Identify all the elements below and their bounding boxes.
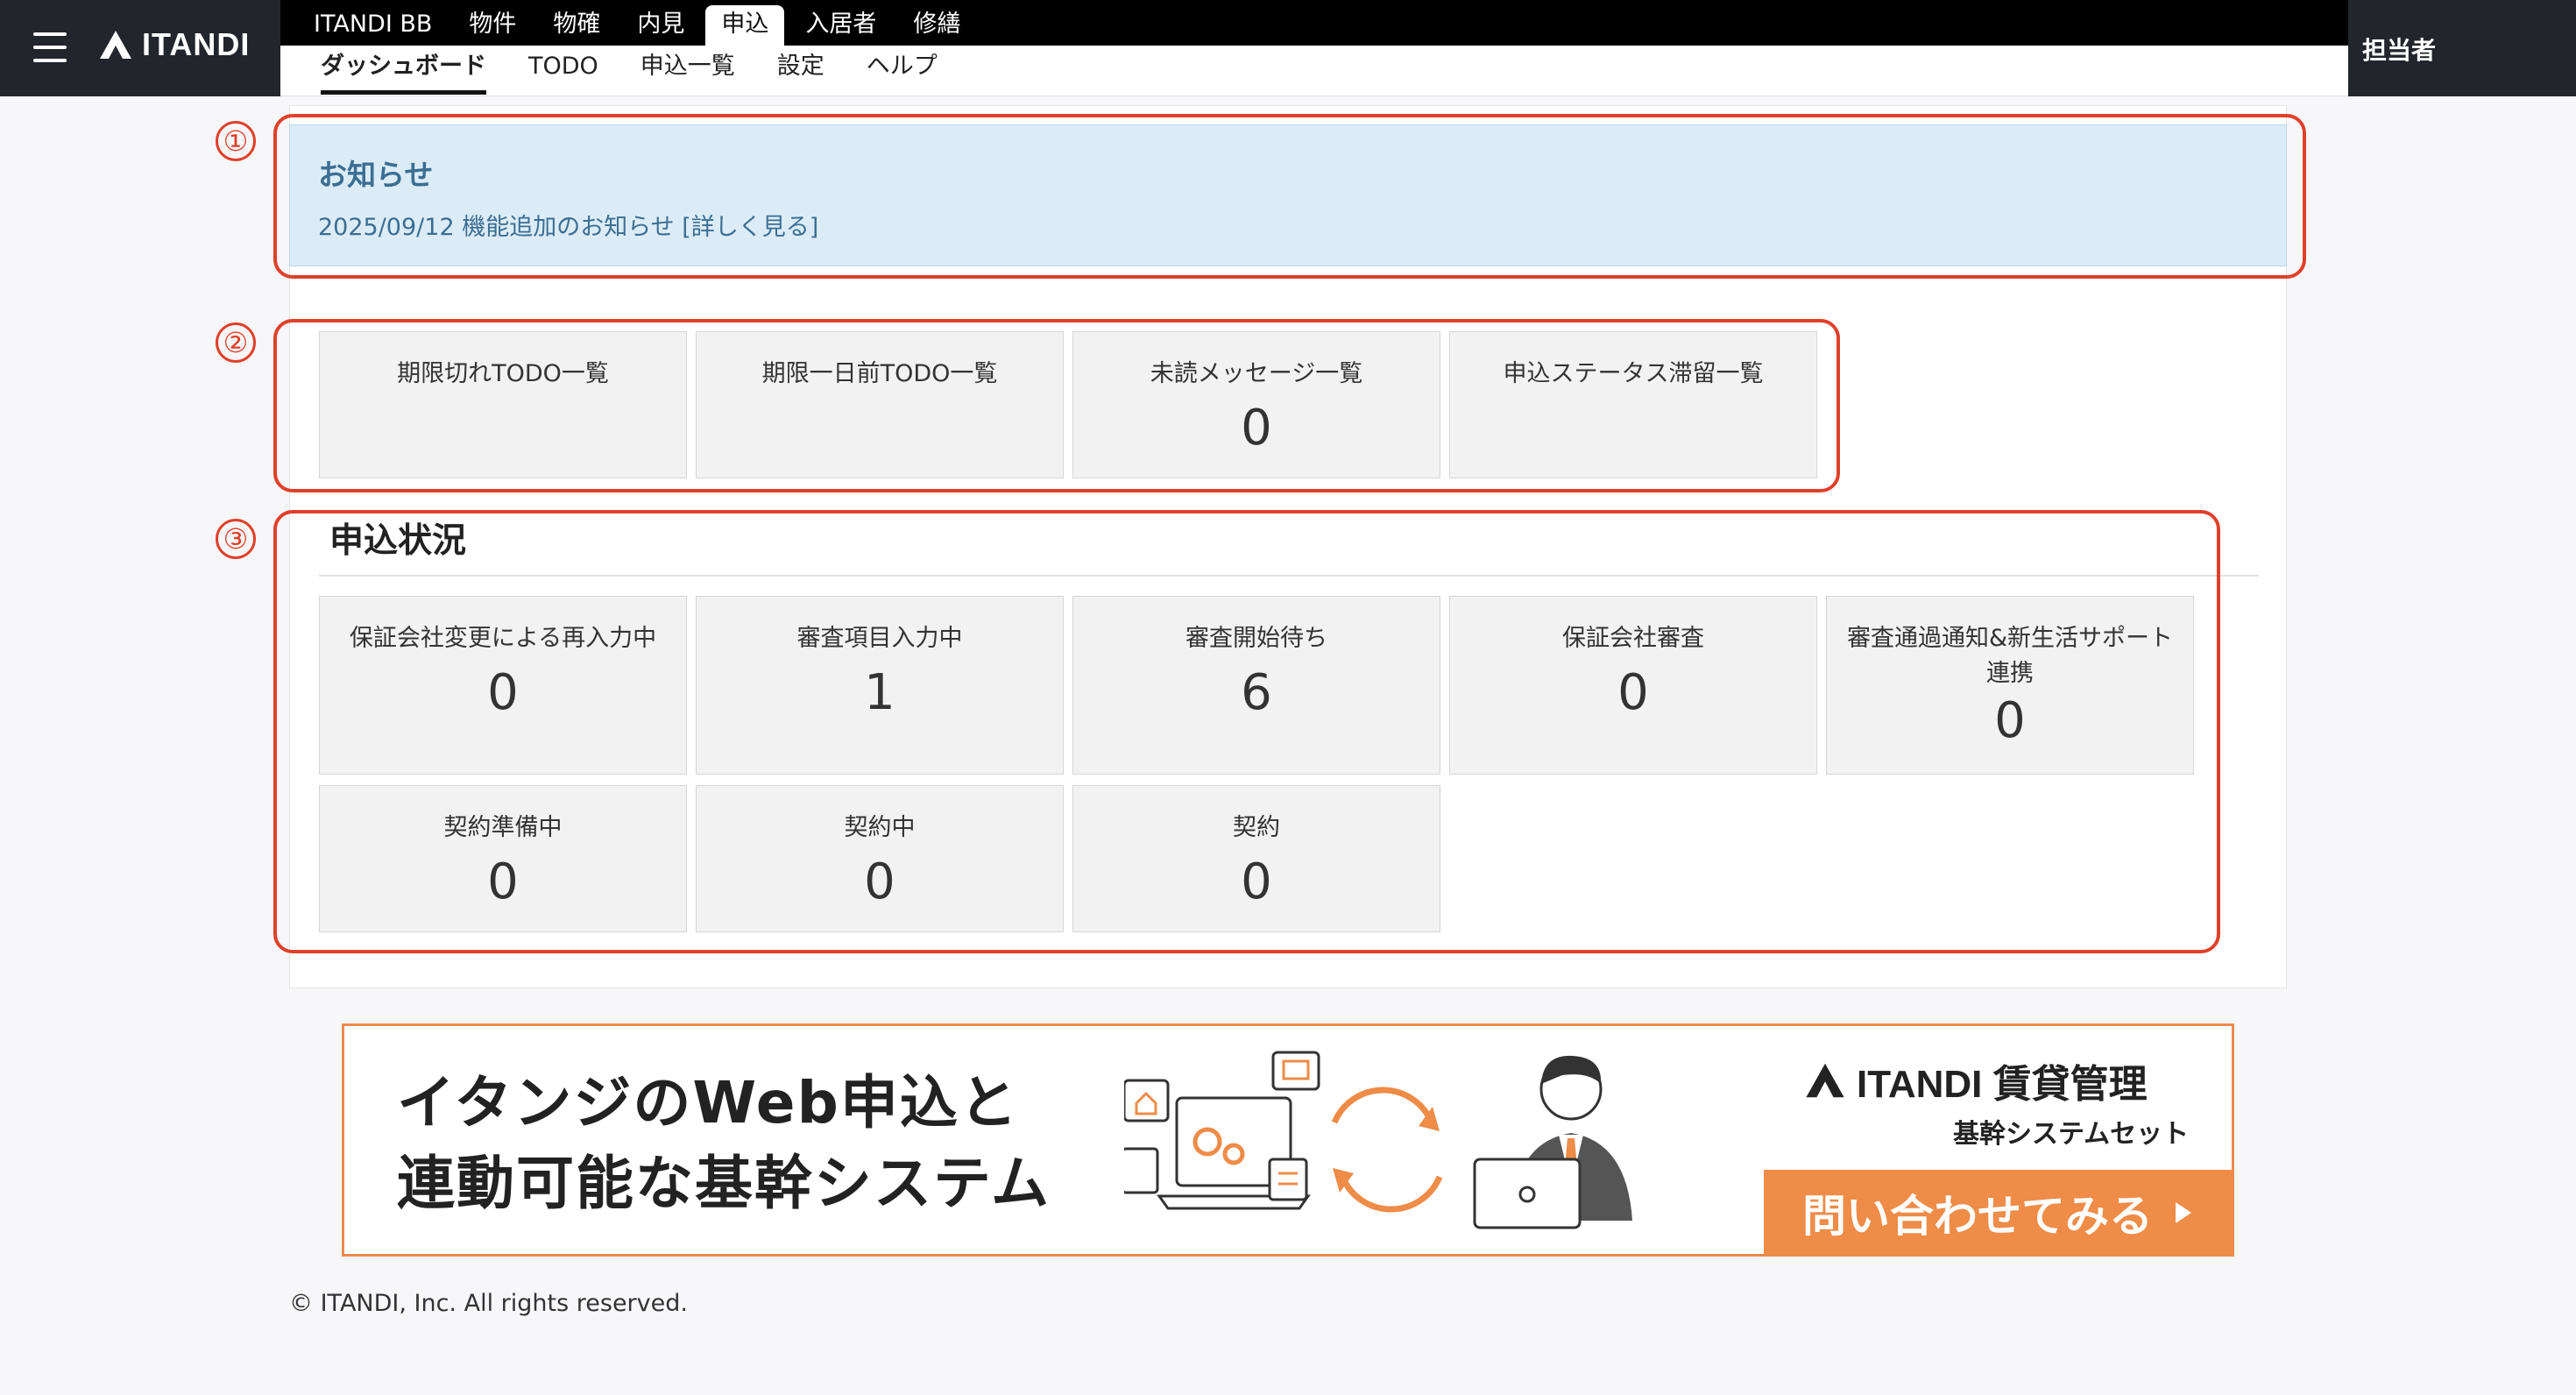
app-header: ITANDI ITANDI BB 物件 物確 内見 申込 入居者 修繕 ダッシュ… [0, 0, 2576, 96]
cta-label: 問い合わせてみる [1802, 1191, 2153, 1242]
banner-brand-text: ITANDI 賃貸管理 [1857, 1063, 2148, 1106]
banner-illustration [1124, 1051, 1632, 1229]
main-navigation: ITANDI BB 物件 物確 内見 申込 入居者 修繕 ダッシュボード TOD… [280, 0, 2348, 96]
footer-copyright: © ITANDI, Inc. All rights reserved. [289, 1290, 688, 1317]
annotation-box-2 [273, 319, 1840, 492]
subtab-settings[interactable]: 設定 [756, 46, 846, 96]
tab-itandi-bb[interactable]: ITANDI BB [298, 5, 448, 46]
hamburger-menu-icon[interactable] [33, 32, 67, 62]
banner-headline: イタンジのWeb申込と 連動可能な基幹システム [397, 1063, 1051, 1224]
annotation-box-3 [273, 510, 2220, 953]
arrow-right-icon [2176, 1202, 2191, 1223]
itandi-logo-icon [1806, 1063, 1844, 1098]
subtab-application-list[interactable]: 申込一覧 [619, 46, 756, 96]
itandi-logo-icon [100, 31, 131, 59]
brand-area: ITANDI [0, 0, 280, 96]
tab-residents[interactable]: 入居者 [789, 5, 892, 46]
annotation-number-3: ③ [216, 519, 256, 559]
subtab-help[interactable]: ヘルプ [846, 46, 959, 96]
sync-arrows-icon [1331, 1087, 1443, 1213]
annotation-number-1: ① [216, 121, 256, 161]
subtab-dashboard[interactable]: ダッシュボード [300, 46, 507, 96]
annotation-number-2: ② [216, 322, 256, 363]
logo-text: ITANDI [142, 26, 251, 62]
businessman-illustration [1473, 1055, 1632, 1229]
tab-viewing[interactable]: 内見 [621, 5, 700, 46]
tab-repairs[interactable]: 修繕 [897, 5, 976, 46]
banner-brand: ITANDI 賃貸管理 [1804, 1052, 2148, 1108]
annotation-box-1 [273, 114, 2306, 279]
promo-banner[interactable]: イタンジのWeb申込と 連動可能な基幹システム ITANDI 賃貸管理 基幹シス… [342, 1023, 2234, 1257]
tab-property-check[interactable]: 物確 [537, 5, 616, 46]
tab-applications[interactable]: 申込 [705, 5, 785, 46]
contact-cta-button[interactable]: 問い合わせてみる [1764, 1170, 2232, 1256]
sub-tab-bar: ダッシュボード TODO 申込一覧 設定 ヘルプ [280, 46, 2348, 96]
banner-subtitle: 基幹システムセット [1953, 1119, 2190, 1150]
banner-headline-line1: イタンジのWeb申込と [397, 1069, 1019, 1137]
top-tab-bar: ITANDI BB 物件 物確 内見 申込 入居者 修繕 [280, 0, 2348, 46]
subtab-todo[interactable]: TODO [507, 46, 619, 96]
banner-headline-line2: 連動可能な基幹システム [397, 1150, 1051, 1217]
user-menu[interactable]: 担当者 [2348, 0, 2576, 96]
itandi-logo[interactable]: ITANDI [98, 26, 250, 63]
tab-properties[interactable]: 物件 [453, 5, 532, 46]
